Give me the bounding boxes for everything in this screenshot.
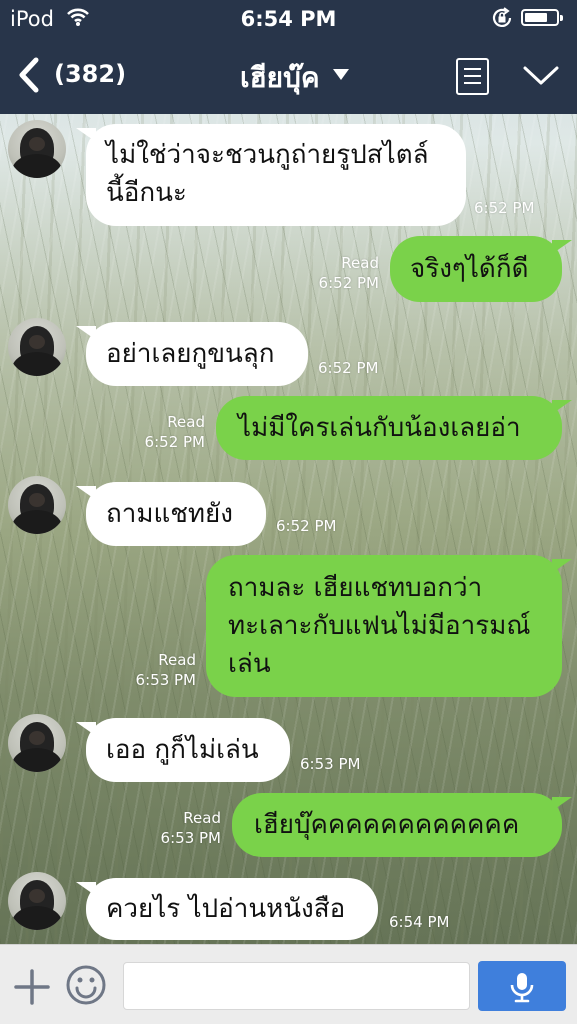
emoji-icon[interactable] [66,965,106,1005]
unread-count[interactable]: (382) [54,60,126,88]
avatar[interactable] [8,714,66,772]
message-time: 6:52 PM [318,359,379,377]
incoming-message-bubble[interactable]: ควยไร ไปอ่านหนังสือ [76,878,378,940]
message-time: 6:52 PM [144,433,205,451]
battery-icon [521,9,563,26]
microphone-icon [510,973,534,1003]
incoming-message-bubble[interactable]: เออ กูก็ไม่เล่น [76,718,290,782]
message-input[interactable] [123,962,470,1010]
chat-title[interactable]: เฮียบุ๊ค [240,56,320,100]
message-time: 6:52 PM [474,199,535,217]
chat-screen: iPod 6:54 PM (382) เฮียบุ๊ค ไม่ใช่ว่าจะช… [0,0,577,1024]
read-receipt: Read [341,254,379,272]
message-text: เออ กูก็ไม่เล่น [106,735,259,765]
incoming-message-bubble[interactable]: ไม่ใช่ว่าจะชวนกูถ่ายรูปสไตล์ นี้อีกนะ [76,124,466,226]
message-text: เล่น [228,649,271,679]
avatar[interactable] [8,120,66,178]
orientation-lock-icon [490,6,514,34]
caret-down-icon[interactable] [333,69,349,80]
message-input-bar [0,944,577,1024]
message-text: ถามแชทยัง [106,499,233,529]
message-text: จริงๆได้ก็ดี [410,254,529,284]
outgoing-message-bubble[interactable]: เฮียบุ๊คคคคคคคคคคคค [232,793,572,857]
voice-message-button[interactable] [478,961,566,1011]
incoming-message-bubble[interactable]: ถามแชทยัง [76,482,266,546]
message-text: ถามละ เฮียแชทบอกว่า [228,573,483,603]
outgoing-message-bubble[interactable]: ไม่มีใครเล่นกับน้องเลยอ่า [216,396,572,460]
outgoing-message-bubble[interactable]: ถามละ เฮียแชทบอกว่า ทะเลาะกับแฟนไม่มีอาร… [206,555,572,697]
plus-icon[interactable] [14,969,50,1005]
message-text: เฮียบุ๊คคคคคคคคคคคค [254,810,520,840]
read-receipt: Read [183,809,221,827]
incoming-message-bubble[interactable]: อย่าเลยกูขนลุก [76,322,308,386]
message-text: นี้อีกนะ [106,178,187,208]
message-text: ไม่มีใครเล่นกับน้องเลยอ่า [238,413,521,443]
message-time: 6:53 PM [160,829,221,847]
avatar[interactable] [8,318,66,376]
status-bar: iPod 6:54 PM [0,0,577,38]
message-time: 6:52 PM [276,517,337,535]
message-time: 6:54 PM [389,913,450,931]
chat-header: (382) เฮียบุ๊ค [0,38,577,114]
read-receipt: Read [167,413,205,431]
message-text: ควยไร ไปอ่านหนังสือ [106,894,346,924]
back-icon[interactable] [14,56,44,94]
outgoing-message-bubble[interactable]: จริงๆได้ก็ดี [390,236,572,302]
message-text: ทะเลาะกับแฟนไม่มีอารมณ์ [228,611,531,641]
message-time: 6:52 PM [318,274,379,292]
message-time: 6:53 PM [300,755,361,773]
chevron-down-icon[interactable] [522,64,560,92]
message-time: 6:53 PM [135,671,196,689]
avatar[interactable] [8,476,66,534]
read-receipt: Read [158,651,196,669]
message-text: อย่าเลยกูขนลุก [106,339,275,369]
message-text: ไม่ใช่ว่าจะชวนกูถ่ายรูปสไตล์ [106,140,429,170]
avatar[interactable] [8,872,66,930]
battery-level [525,13,547,22]
notes-icon[interactable] [456,58,489,95]
